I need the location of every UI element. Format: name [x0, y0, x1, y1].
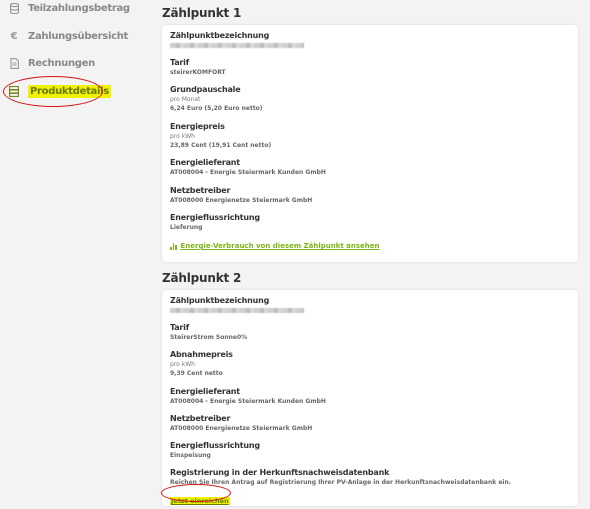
field-label: Netzbetreiber: [170, 414, 231, 423]
field-value: 9,39 Cent netto: [170, 370, 223, 377]
field-label: Registrierung in der Herkunftsnachweisda…: [170, 468, 390, 477]
field-energielieferant: Energielieferant AT008004 - Energie Stei…: [170, 387, 326, 406]
field-value: 23,89 Cent (19,91 Cent netto): [170, 142, 272, 149]
field-value: SteirerStrom Sonne0%: [170, 334, 248, 341]
field-value: 6,24 Euro (5,20 Euro netto): [170, 105, 263, 112]
field-label: Energielieferant: [170, 158, 240, 167]
zaehlpunkt-1-card: Zählpunktbezeichnung Tarif steirerKOMFOR…: [162, 25, 578, 262]
field-netzbetreiber: Netzbetreiber AT008000 Energienetze Stei…: [170, 186, 312, 205]
field-tarif: Tarif steirerKOMFORT: [170, 58, 226, 77]
sidebar-item-label: Teilzahlungsbetrag: [28, 2, 130, 14]
field-value: Reichen Sie Ihren Antrag auf Registrieru…: [170, 479, 512, 486]
field-abnahmepreis: Abnahmepreis pro kWh 9,39 Cent netto: [170, 350, 233, 378]
field-label: Energielieferant: [170, 387, 240, 396]
field-unit: pro Monat: [170, 96, 201, 103]
field-energiepreis: Energiepreis pro kWh 23,89 Cent (19,91 C…: [170, 122, 271, 150]
field-netzbetreiber: Netzbetreiber AT008000 Energienetze Stei…: [170, 414, 312, 433]
field-value: Lieferung: [170, 224, 203, 231]
field-herkunftsnachweis: Registrierung in der Herkunftsnachweisda…: [170, 468, 511, 487]
redacted-value: [170, 308, 304, 313]
field-label: Abnahmepreis: [170, 350, 233, 359]
section-title-zaehlpunkt-2: Zählpunkt 2: [162, 271, 242, 285]
euro-icon: €: [10, 30, 18, 42]
field-label: Tarif: [170, 58, 189, 67]
zaehlpunkt-2-card: Zählpunktbezeichnung Tarif SteirerStrom …: [162, 290, 578, 506]
field-unit: pro kWh: [170, 133, 195, 140]
field-label: Zählpunktbezeichnung: [170, 31, 270, 40]
field-label: Tarif: [170, 323, 189, 332]
energie-verbrauch-link-text[interactable]: Energie-Verbrauch von diesem Zählpunkt a…: [170, 242, 380, 250]
field-tarif: Tarif SteirerStrom Sonne0%: [170, 323, 247, 342]
field-zaehlpunktbezeichnung: Zählpunktbezeichnung: [170, 31, 304, 48]
field-grundpauschale: Grundpauschale pro Monat 6,24 Euro (5,20…: [170, 85, 263, 113]
bar-chart-icon: [170, 242, 177, 250]
redacted-value: [170, 43, 304, 48]
database-icon: [8, 2, 20, 14]
field-label: Zählpunktbezeichnung: [170, 296, 270, 305]
field-energielieferant: Energielieferant AT008004 - Energie Stei…: [170, 158, 326, 177]
sidebar-item-label: Zahlungsübersicht: [28, 30, 128, 42]
document-icon: [8, 57, 20, 69]
annotation-circle: [3, 76, 103, 107]
link-label: Energie-Verbrauch von diesem Zählpunkt a…: [180, 242, 380, 250]
field-value: AT008004 - Energie Steiermark Kunden Gmb…: [170, 398, 326, 405]
sidebar-item-zahlungsuebersicht[interactable]: € Zahlungsübersicht: [8, 28, 129, 44]
energie-verbrauch-link[interactable]: Energie-Verbrauch von diesem Zählpunkt a…: [170, 242, 380, 250]
field-value: AT008000 Energienetze Steiermark GmbH: [170, 197, 313, 204]
sidebar-item-rechnungen[interactable]: Rechnungen: [8, 55, 95, 71]
field-value: steirerKOMFORT: [170, 69, 226, 76]
field-value: Einspeisung: [170, 452, 211, 459]
field-unit: pro kWh: [170, 361, 195, 368]
sidebar-item-teilzahlungsbetrag[interactable]: Teilzahlungsbetrag: [8, 0, 130, 16]
sidebar: Teilzahlungsbetrag € Zahlungsübersicht R…: [0, 0, 150, 509]
section-title-zaehlpunkt-1: Zählpunkt 1: [162, 6, 242, 20]
field-value: AT008004 - Energie Steiermark Kunden Gmb…: [170, 169, 326, 176]
field-value: AT008000 Energienetze Steiermark GmbH: [170, 425, 313, 432]
field-label: Energieflussrichtung: [170, 213, 260, 222]
field-label: Energiepreis: [170, 122, 225, 131]
field-label: Netzbetreiber: [170, 186, 231, 195]
sidebar-item-label: Rechnungen: [28, 57, 95, 69]
annotation-circle: [161, 484, 231, 502]
field-label: Energieflussrichtung: [170, 441, 260, 450]
field-energieflussrichtung: Energieflussrichtung Einspeisung: [170, 441, 260, 460]
field-energieflussrichtung: Energieflussrichtung Lieferung: [170, 213, 260, 232]
field-label: Grundpauschale: [170, 85, 241, 94]
field-zaehlpunktbezeichnung: Zählpunktbezeichnung: [170, 296, 304, 313]
